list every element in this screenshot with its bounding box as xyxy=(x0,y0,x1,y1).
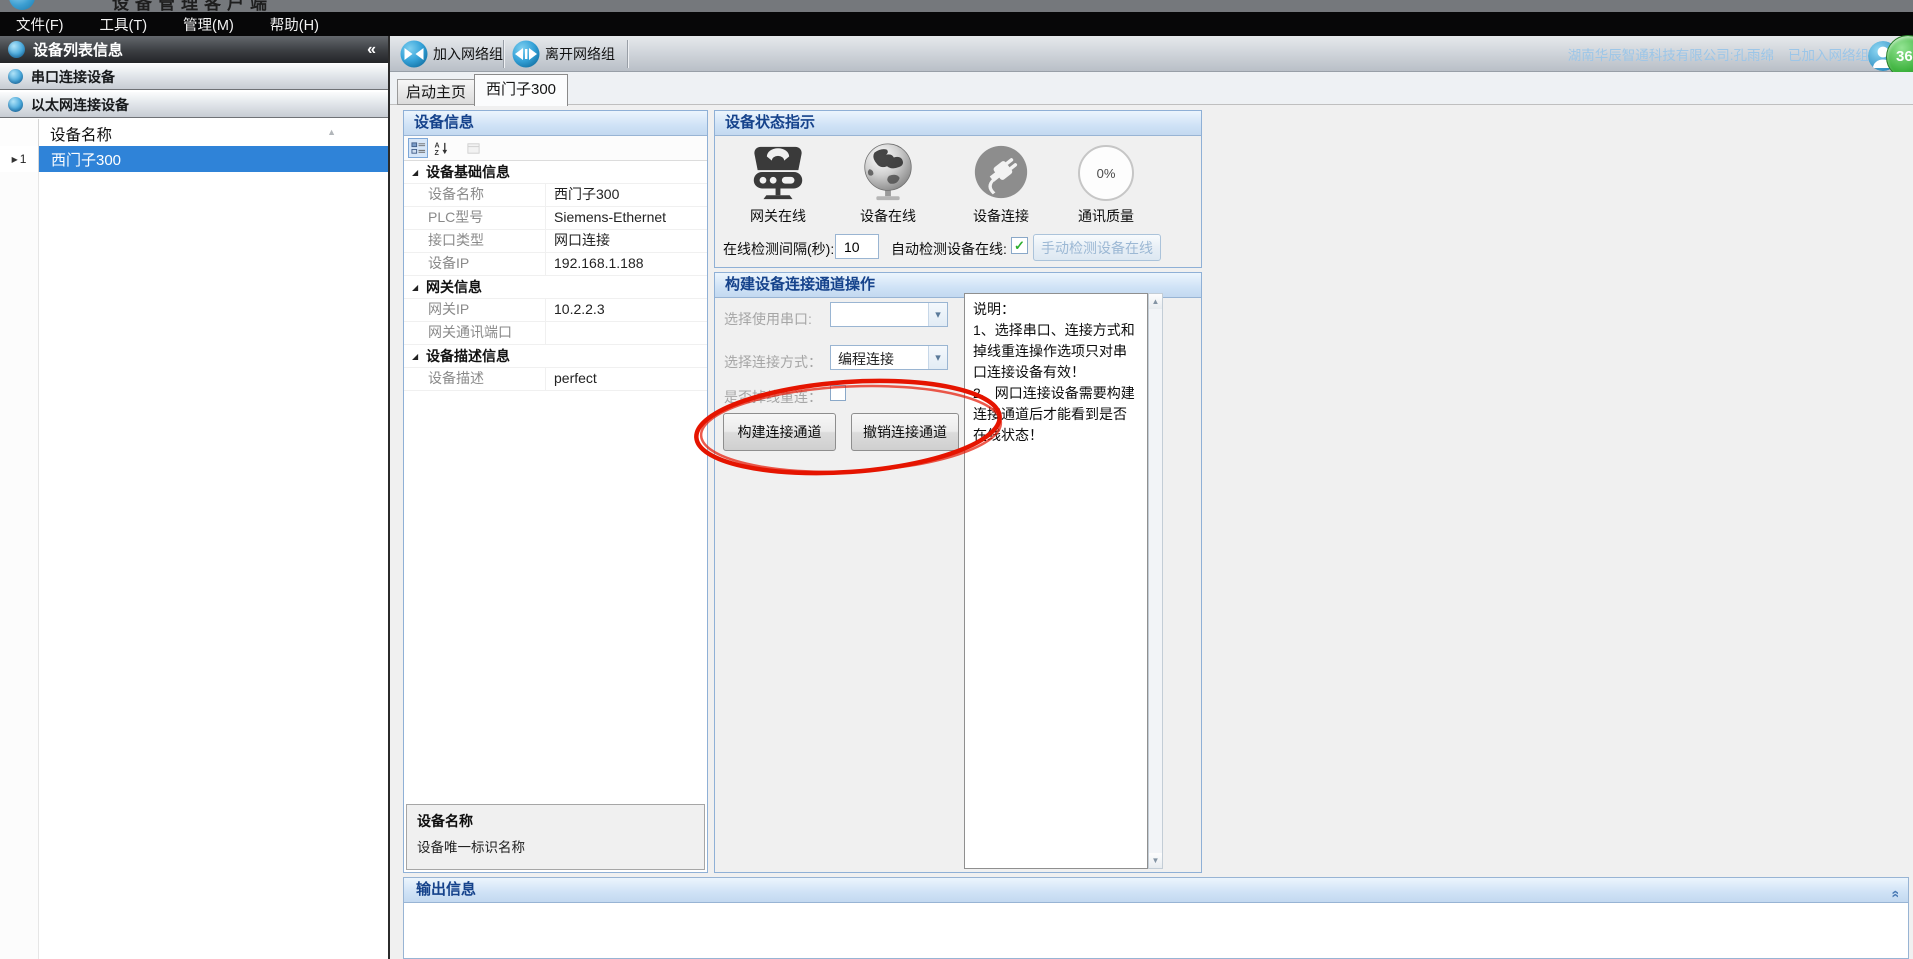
device-status-panel: 设备状态指示 网关在线 xyxy=(714,110,1202,268)
leave-network-icon xyxy=(512,40,540,68)
company-text: 湖南华辰智通科技有限公司:孔雨绵 xyxy=(1568,44,1774,64)
device-online-icon xyxy=(857,141,919,203)
svg-text:Z: Z xyxy=(434,150,439,156)
menu-file[interactable]: 文件(F) xyxy=(10,14,70,35)
sidebar-item-ethernet-devices[interactable]: 以太网连接设备 xyxy=(0,91,388,118)
revoke-channel-button[interactable]: 撤销连接通道 xyxy=(851,413,959,451)
svg-text:A: A xyxy=(434,142,439,149)
tab-siemens300[interactable]: 西门子300 xyxy=(474,74,568,106)
device-info-header: 设备信息 xyxy=(404,111,707,136)
property-description-title: 设备名称 xyxy=(417,811,694,831)
row-arrow-icon: ▶ xyxy=(12,155,18,164)
document-tab-strip: 启动主页 西门子300 xyxy=(390,72,1913,105)
output-panel-header: 输出信息 » xyxy=(403,877,1909,903)
property-pages-icon xyxy=(463,138,483,158)
channel-operation-panel: 构建设备连接通道操作 选择使用串口: ▾ 选择连接方式： 编程连接 ▾ 是否掉线… xyxy=(714,272,1202,873)
manual-detect-button[interactable]: 手动检测设备在线 xyxy=(1033,234,1161,261)
row-number-column-header xyxy=(0,119,39,146)
collapse-sidebar-icon[interactable]: « xyxy=(367,41,376,59)
company-status-area: 湖南华辰智通科技有限公司:孔雨绵 已加入网络组 xyxy=(1568,36,1869,72)
connect-mode-label: 选择连接方式： xyxy=(724,352,822,372)
property-row[interactable]: 网关通讯端口 xyxy=(404,322,707,345)
serial-group-icon xyxy=(8,69,23,84)
device-table-header: 设备名称 ▲ xyxy=(0,119,388,147)
notes-scrollbar[interactable]: ▲ ▼ xyxy=(1148,293,1163,869)
device-list-sidebar: 设备列表信息 « 串口连接设备 以太网连接设备 设备名称 ▲ ▶ 1 西门子30… xyxy=(0,36,390,959)
property-group-description[interactable]: ◢ 设备描述信息 xyxy=(404,345,707,368)
toolbar-separator xyxy=(503,40,505,68)
device-online-indicator: 设备在线 xyxy=(833,137,943,226)
device-row-siemens300[interactable]: ▶ 1 西门子300 xyxy=(0,146,388,172)
serial-port-select[interactable]: ▾ xyxy=(830,302,948,327)
window-titlebar: 设备管理客户端 xyxy=(0,0,1913,12)
sidebar-header: 设备列表信息 « xyxy=(0,36,388,63)
device-list-icon xyxy=(8,41,25,58)
menu-tools[interactable]: 工具(T) xyxy=(94,14,154,35)
instruction-notes: 说明： 1、选择串口、连接方式和掉线重连操作选项只对串口连接设备有效！ 2、网口… xyxy=(964,293,1148,869)
property-row[interactable]: 设备描述 perfect xyxy=(404,368,707,391)
property-description-text: 设备唯一标识名称 xyxy=(417,836,694,856)
property-row[interactable]: PLC型号 Siemens-Ethernet xyxy=(404,207,707,230)
property-group-gateway[interactable]: ◢ 网关信息 xyxy=(404,276,707,299)
tab-start-home[interactable]: 启动主页 xyxy=(397,79,475,105)
serial-port-label: 选择使用串口: xyxy=(724,309,812,329)
dropdown-arrow-icon[interactable]: ▾ xyxy=(928,346,947,369)
quality-gauge-icon: 0% xyxy=(1078,145,1134,201)
scroll-up-icon[interactable]: ▲ xyxy=(1149,294,1162,309)
output-collapse-icon[interactable]: » xyxy=(1882,890,1906,898)
row-indicator: ▶ 1 xyxy=(0,146,39,173)
status-panel-header: 设备状态指示 xyxy=(715,111,1201,136)
auto-detect-checkbox[interactable]: ✓ xyxy=(1011,237,1028,254)
quality-indicator: 0% 通讯质量 xyxy=(1051,137,1161,226)
leave-network-button[interactable]: 离开网络组 xyxy=(508,39,619,69)
network-status-text: 已加入网络组 xyxy=(1788,44,1869,64)
property-row[interactable]: 网关IP 10.2.2.3 xyxy=(404,299,707,322)
property-row[interactable]: 设备名称 西门子300 xyxy=(404,184,707,207)
gateway-online-indicator: 网关在线 xyxy=(723,137,833,226)
output-panel-body xyxy=(403,903,1909,959)
sidebar-item-serial-devices[interactable]: 串口连接设备 xyxy=(0,63,388,90)
scroll-down-icon[interactable]: ▼ xyxy=(1149,853,1162,868)
device-connect-icon xyxy=(970,141,1032,203)
property-group-basic[interactable]: ◢ 设备基础信息 xyxy=(404,161,707,184)
device-row-name[interactable]: 西门子300 xyxy=(39,146,388,172)
sort-indicator-icon: ▲ xyxy=(327,127,336,137)
device-info-panel: 设备信息 A Z ◢ 设备基础信息 xyxy=(403,110,708,873)
auto-detect-label: 自动检测设备在线: xyxy=(891,239,1007,259)
connect-mode-select[interactable]: 编程连接 ▾ xyxy=(830,345,948,370)
menu-help[interactable]: 帮助(H) xyxy=(264,14,325,35)
gateway-online-icon xyxy=(747,141,809,203)
join-network-button[interactable]: 加入网络组 xyxy=(396,39,507,69)
app-icon xyxy=(9,0,35,10)
join-network-icon xyxy=(400,40,428,68)
property-description-box: 设备名称 设备唯一标识名称 xyxy=(406,804,705,870)
device-connect-indicator: 设备连接 xyxy=(946,137,1056,226)
alphabetical-sort-icon[interactable]: A Z xyxy=(431,138,451,158)
dropdown-arrow-icon[interactable]: ▾ xyxy=(928,303,947,326)
property-row[interactable]: 设备IP 192.168.1.188 xyxy=(404,253,707,276)
group-expand-icon[interactable]: ◢ xyxy=(412,168,426,177)
interval-input[interactable] xyxy=(835,234,879,259)
toolbar-separator xyxy=(627,40,629,68)
window-title: 设备管理客户端 xyxy=(112,0,273,12)
row-number-strip xyxy=(0,172,39,959)
reconnect-checkbox[interactable] xyxy=(830,385,846,401)
device-name-column-header[interactable]: 设备名称 xyxy=(50,123,112,145)
menu-bar: 文件(F) 工具(T) 管理(M) 帮助(H) xyxy=(0,12,1913,36)
reconnect-label: 是否掉线重连： xyxy=(724,387,822,407)
property-row[interactable]: 接口类型 网口连接 xyxy=(404,230,707,253)
check-icon: ✓ xyxy=(1014,238,1025,254)
property-grid-toolbar: A Z xyxy=(404,136,707,161)
row-index: 1 xyxy=(20,152,27,166)
sidebar-title: 设备列表信息 xyxy=(33,39,367,60)
categorized-view-icon[interactable] xyxy=(408,138,428,158)
main-toolbar: 加入网络组 离开网络组 湖南华辰智通科技有限公司:孔雨绵 已加入网络组 xyxy=(390,36,1913,72)
menu-manage[interactable]: 管理(M) xyxy=(177,14,240,35)
group-expand-icon[interactable]: ◢ xyxy=(412,352,426,361)
group-expand-icon[interactable]: ◢ xyxy=(412,283,426,292)
build-channel-button[interactable]: 构建连接通道 xyxy=(723,413,836,451)
ethernet-group-icon xyxy=(8,97,23,112)
interval-label: 在线检测间隔(秒): xyxy=(723,239,834,259)
